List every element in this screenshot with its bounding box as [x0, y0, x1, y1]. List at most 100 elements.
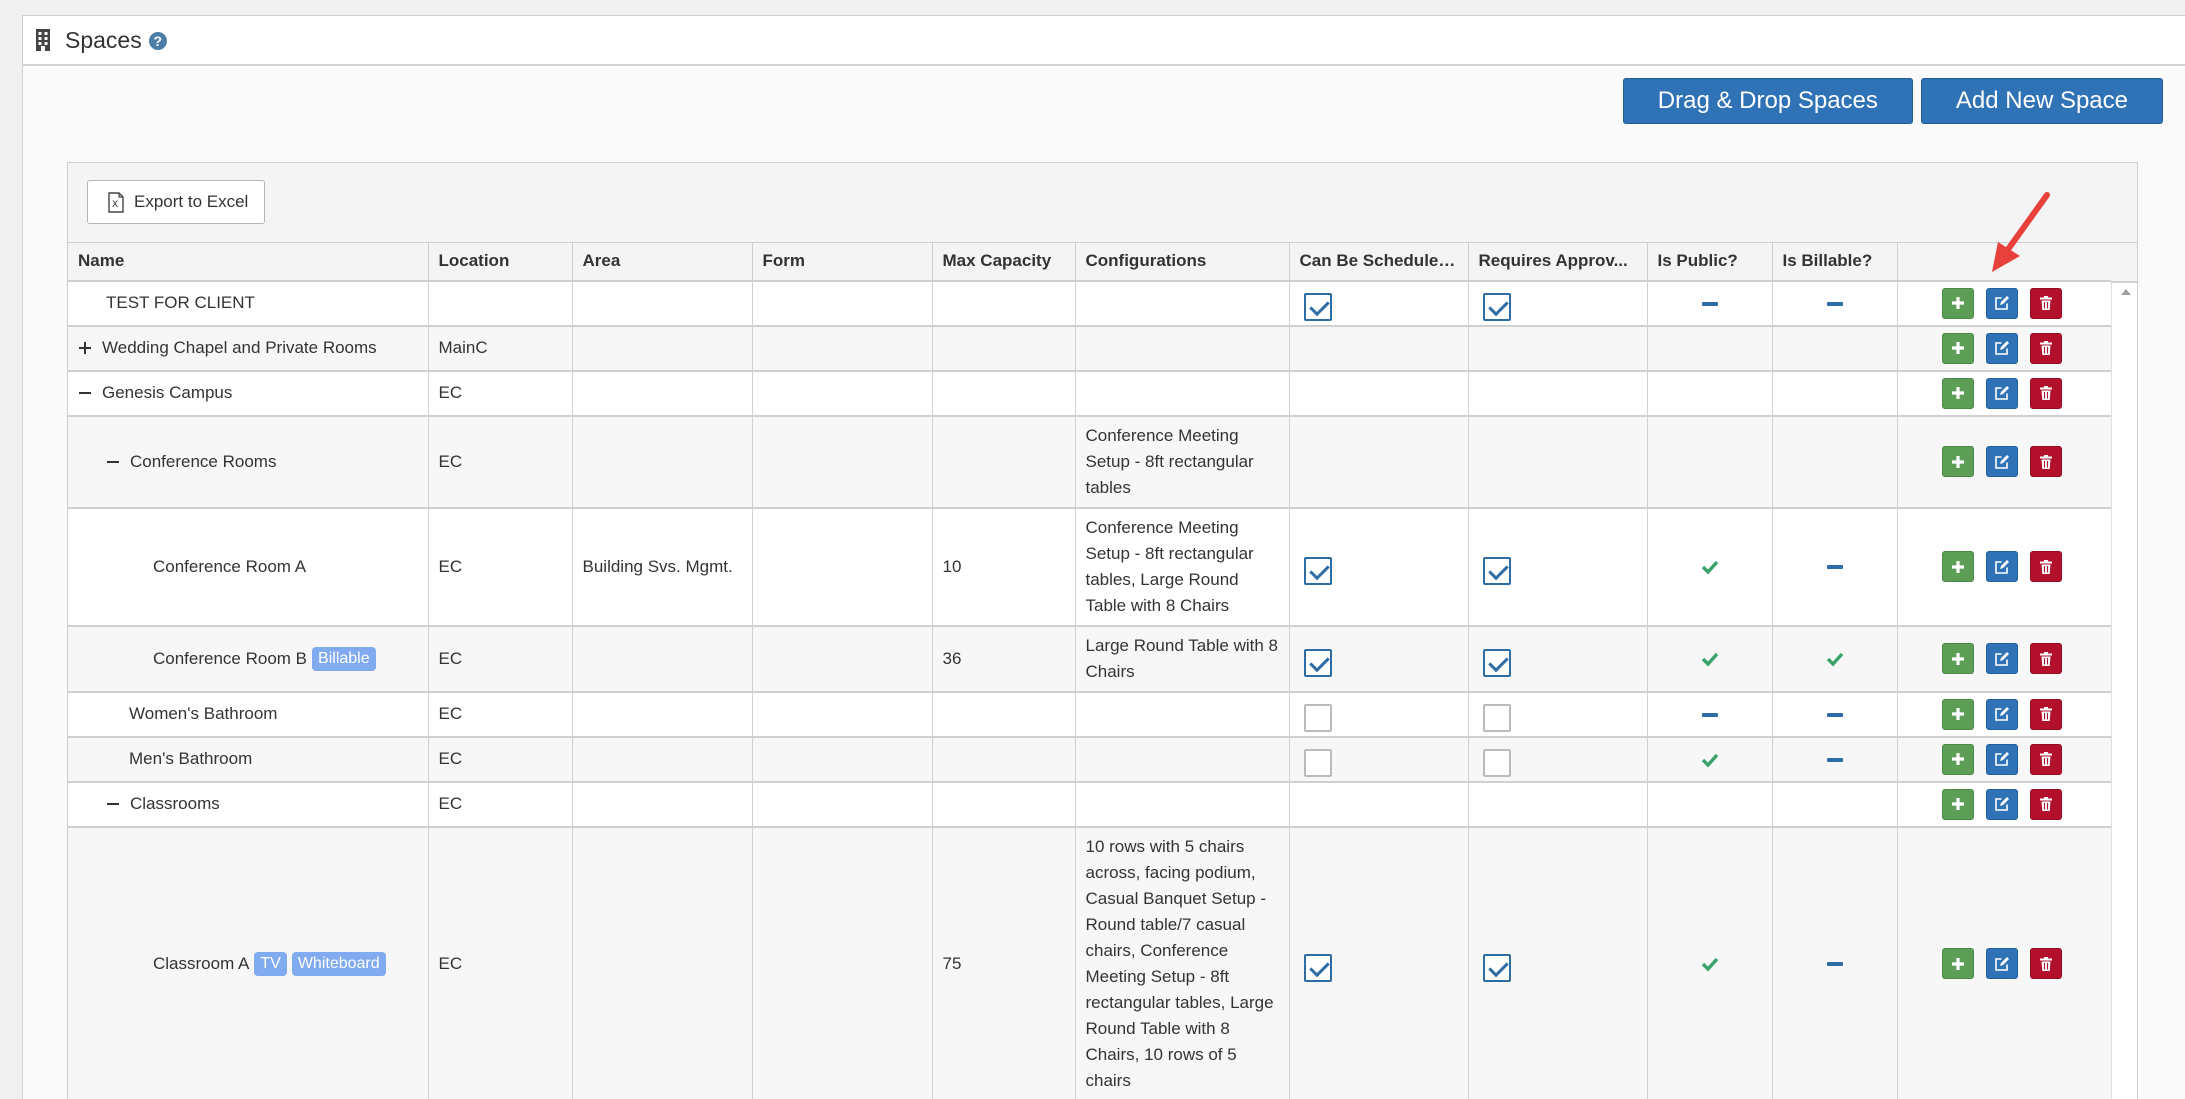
delete-space-button[interactable] [2029, 788, 2062, 820]
edit-space-button[interactable] [1985, 948, 2018, 979]
name-cell[interactable]: Wedding Chapel and Private Rooms [68, 325, 429, 372]
form-cell [752, 781, 933, 828]
requires-approval-checkbox[interactable] [1482, 556, 1511, 585]
requires-approval-checkbox[interactable] [1482, 293, 1511, 321]
table-row[interactable]: Wedding Chapel and Private Rooms MainC [68, 325, 2137, 372]
edit-space-button[interactable] [1985, 698, 2018, 730]
requires-approval-cell [1468, 370, 1648, 417]
delete-space-button[interactable] [2029, 698, 2062, 730]
add-child-space-button[interactable] [1941, 287, 1974, 319]
name-cell[interactable]: Conference Room B Billable [68, 625, 429, 693]
can-be-scheduled-checkbox[interactable] [1303, 648, 1332, 677]
column-header-location[interactable]: Location [428, 242, 573, 282]
name-cell[interactable]: Conference Rooms [68, 415, 429, 509]
can-be-scheduled-cell [1289, 736, 1469, 783]
delete-space-button[interactable] [2029, 643, 2062, 674]
capacity-cell [932, 736, 1076, 783]
space-name: Men's Bathroom [129, 749, 253, 768]
name-cell[interactable]: Genesis Campus [68, 370, 429, 417]
expand-plus-icon[interactable] [78, 341, 92, 355]
collapse-minus-icon[interactable] [78, 386, 92, 400]
delete-space-button[interactable] [2029, 948, 2062, 979]
requires-approval-checkbox[interactable] [1482, 953, 1511, 982]
add-child-space-button[interactable] [1941, 551, 1974, 582]
drag-drop-spaces-button[interactable]: Drag & Drop Spaces [1622, 78, 1913, 124]
delete-space-button[interactable] [2029, 743, 2062, 775]
edit-space-button[interactable] [1985, 287, 2018, 319]
edit-space-button[interactable] [1985, 332, 2018, 364]
trash-icon [2039, 651, 2052, 666]
edit-space-button[interactable] [1985, 743, 2018, 775]
table-row[interactable]: TEST FOR CLIENT [68, 280, 2137, 327]
delete-space-button[interactable] [2029, 332, 2062, 364]
edit-space-button[interactable] [1985, 643, 2018, 674]
table-row[interactable]: Classrooms EC [68, 781, 2137, 828]
add-child-space-button[interactable] [1941, 446, 1974, 477]
table-row[interactable]: Classroom A TV Whiteboard EC 75 10 rows with … [68, 826, 2137, 1099]
name-cell[interactable]: Conference Room A [68, 507, 429, 627]
name-wrap: Women's Bathroom [78, 704, 418, 724]
column-header-area[interactable]: Area [572, 242, 753, 282]
configurations-cell: Conference Meeting Setup - 8ft rectangul… [1075, 415, 1290, 509]
edit-space-button[interactable] [1985, 788, 2018, 820]
column-header-is-public[interactable]: Is Public? [1647, 242, 1773, 282]
column-header-is-billable[interactable]: Is Billable? [1772, 242, 1898, 282]
requires-approval-checkbox[interactable] [1482, 648, 1511, 677]
delete-space-button[interactable] [2029, 287, 2062, 319]
vertical-scrollbar[interactable] [2111, 283, 2137, 1099]
name-cell[interactable]: Classrooms [68, 781, 429, 828]
can-be-scheduled-checkbox[interactable] [1303, 556, 1332, 585]
add-child-space-button[interactable] [1941, 788, 1974, 820]
column-header-configurations[interactable]: Configurations [1075, 242, 1290, 282]
delete-space-button[interactable] [2029, 446, 2062, 477]
capacity-cell [932, 280, 1076, 327]
column-header-can-be-scheduled[interactable]: Can Be Scheduled? [1289, 242, 1469, 282]
name-cell[interactable]: TEST FOR CLIENT [68, 280, 429, 327]
collapse-minus-icon[interactable] [106, 797, 120, 811]
table-row[interactable]: Conference Room B Billable EC 36 Large Round… [68, 625, 2137, 693]
name-cell[interactable]: Classroom A TV Whiteboard [68, 826, 429, 1099]
can-be-scheduled-checkbox[interactable] [1303, 704, 1332, 732]
edit-space-button[interactable] [1985, 446, 2018, 477]
export-to-excel-button[interactable]: X Export to Excel [87, 180, 265, 224]
edit-space-button[interactable] [1985, 377, 2018, 409]
table-row[interactable]: Women's Bathroom EC [68, 691, 2137, 738]
help-icon[interactable]: ? [148, 32, 167, 50]
requires-approval-checkbox[interactable] [1482, 704, 1511, 732]
column-header-max-capacity[interactable]: Max Capacity [932, 242, 1076, 282]
capacity-cell [932, 781, 1076, 828]
add-child-space-button[interactable] [1941, 698, 1974, 730]
collapse-minus-icon[interactable] [106, 455, 120, 469]
scroll-up-arrow-icon[interactable] [2121, 289, 2131, 295]
table-row[interactable]: Genesis Campus EC [68, 370, 2137, 417]
row-actions [1908, 743, 2138, 775]
delete-space-button[interactable] [2029, 377, 2062, 409]
can-be-scheduled-cell [1289, 325, 1469, 372]
delete-space-button[interactable] [2029, 551, 2062, 582]
requires-approval-checkbox[interactable] [1482, 749, 1511, 777]
table-row[interactable]: Conference Rooms EC Conference Meeting Set… [68, 415, 2137, 509]
add-child-space-button[interactable] [1941, 332, 1974, 364]
can-be-scheduled-checkbox[interactable] [1303, 293, 1332, 321]
location-cell: EC [428, 370, 573, 417]
column-header-requires-approv[interactable]: Requires Approv... [1468, 242, 1648, 282]
can-be-scheduled-checkbox[interactable] [1303, 749, 1332, 777]
name-wrap: Conference Rooms [78, 452, 418, 472]
add-child-space-button[interactable] [1941, 948, 1974, 979]
can-be-scheduled-checkbox[interactable] [1303, 953, 1332, 982]
edit-space-button[interactable] [1985, 551, 2018, 582]
table-row[interactable]: Men's Bathroom EC [68, 736, 2138, 783]
add-new-space-button[interactable]: Add New Space [1920, 78, 2163, 124]
trash-icon [2039, 341, 2052, 355]
add-child-space-button[interactable] [1941, 643, 1974, 674]
column-header-form[interactable]: Form [752, 242, 933, 282]
name-cell[interactable]: Men's Bathroom [68, 736, 429, 783]
add-child-space-button[interactable] [1941, 743, 1974, 775]
table-row[interactable]: Conference Room A EC Building Svs. Mgmt. 10… [68, 507, 2137, 627]
can-be-scheduled-cell [1289, 826, 1469, 1099]
add-child-space-button[interactable] [1941, 377, 1974, 409]
header-scroll-spacer [2111, 242, 2137, 283]
requires-approval-cell [1468, 280, 1648, 327]
column-header-name[interactable]: Name [68, 242, 429, 282]
name-cell[interactable]: Women's Bathroom [68, 691, 429, 738]
